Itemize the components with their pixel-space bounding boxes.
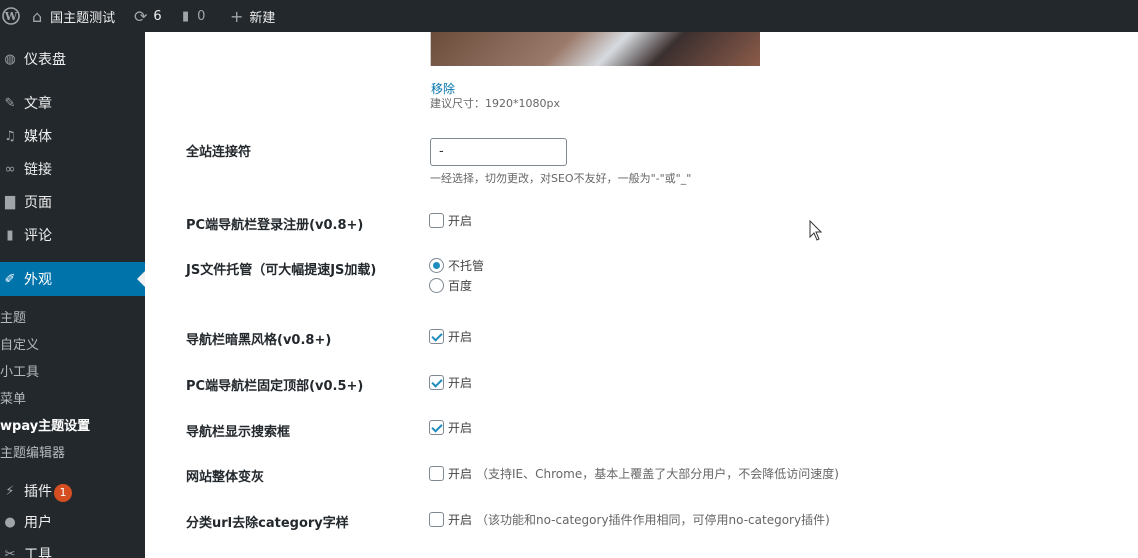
connector-hint: 一经选择，切勿更改，对SEO不友好，一般为"-"或"_"	[430, 172, 692, 185]
fixed-nav-option[interactable]: 开启	[429, 374, 472, 391]
submenu-item-themes[interactable]: 主题	[0, 305, 145, 327]
comments-count: 0	[197, 8, 206, 24]
option-label: 开启	[448, 214, 473, 228]
setting-label-pc-login: PC端导航栏登录注册(v0.8+)	[186, 218, 364, 233]
remove-category-checkbox[interactable]	[429, 512, 444, 527]
pc-login-option[interactable]: 开启	[429, 212, 472, 229]
wordpress-logo-icon[interactable]: W	[2, 0, 20, 32]
option-label: 开启	[448, 513, 473, 527]
option-note: （支持IE、Chrome，基本上覆盖了大部分用户，不会降低访问速度)	[476, 467, 839, 481]
updates-icon: ⟳	[134, 6, 148, 26]
mouse-cursor-icon	[809, 220, 823, 241]
admin-bar: W ⌂ 国主题测试 ⟳ 6 ▮ 0 + 新建	[0, 0, 1138, 32]
background-image-preview	[430, 32, 760, 66]
link-icon: ∞	[4, 161, 16, 177]
sidebar-item-label: 媒体	[24, 129, 52, 145]
dark-nav-option[interactable]: 开启	[429, 328, 472, 345]
sidebar-item-posts[interactable]: ✎ 文章	[0, 88, 145, 118]
sidebar-item-users[interactable]: ● 用户	[0, 507, 145, 537]
site-name: 国主题测试	[50, 10, 116, 26]
setting-label-connector: 全站连接符	[186, 145, 252, 160]
sidebar-item-appearance[interactable]: ✐ 外观	[0, 262, 145, 296]
sidebar-item-label: 工具	[24, 547, 52, 558]
sidebar-item-dashboard[interactable]: ◍ 仪表盘	[0, 44, 145, 74]
nav-search-option[interactable]: 开启	[429, 419, 472, 436]
sidebar-item-label: 仪表盘	[24, 52, 66, 68]
comment-icon: ▮	[6, 227, 14, 243]
dark-nav-checkbox[interactable]	[429, 329, 444, 344]
sidebar-item-label: 用户	[24, 515, 52, 531]
option-label: 开启	[448, 467, 473, 481]
connector-input[interactable]: -	[430, 138, 567, 166]
grayscale-option[interactable]: 开启 （支持IE、Chrome，基本上覆盖了大部分用户，不会降低访问速度)	[429, 465, 839, 482]
settings-content: 移除 建议尺寸：1920*1080px 全站连接符 - 一经选择，切勿更改，对S…	[145, 32, 1138, 558]
js-hosting-radio-none[interactable]	[429, 258, 444, 273]
updates-count: 6	[153, 8, 162, 24]
sidebar-item-label: 评论	[24, 228, 52, 244]
setting-label-remove-category: 分类url去除category字样	[186, 516, 349, 531]
admin-sidebar: ◍ 仪表盘 ✎ 文章 ♫ 媒体 ∞ 链接 ▇ 页面 ▮ 评论 ✐ 外观 主题 自…	[0, 32, 145, 558]
remove-category-option[interactable]: 开启 （该功能和no-category插件作用相同，可停用no-category…	[429, 511, 830, 528]
nav-search-checkbox[interactable]	[429, 420, 444, 435]
appearance-icon: ✐	[4, 271, 16, 287]
current-menu-arrow	[137, 271, 145, 287]
sidebar-item-pages[interactable]: ▇ 页面	[0, 187, 145, 217]
tools-icon: ✂	[4, 546, 16, 558]
option-note: （该功能和no-category插件作用相同，可停用no-category插件)	[476, 513, 830, 527]
new-content-link[interactable]: + 新建	[230, 0, 275, 32]
comment-bubble-icon: ▮	[182, 8, 190, 24]
dashboard-icon: ◍	[4, 51, 16, 67]
pin-icon: ✎	[4, 95, 16, 111]
sidebar-item-tools[interactable]: ✂ 工具	[0, 539, 145, 558]
setting-label-nav-search: 导航栏显示搜索框	[186, 425, 291, 440]
submenu-item-wpay-settings[interactable]: wpay主题设置	[0, 413, 145, 435]
option-label: 开启	[448, 376, 473, 390]
new-label: 新建	[249, 10, 276, 26]
fixed-nav-checkbox[interactable]	[429, 375, 444, 390]
sidebar-item-label: 插件	[24, 483, 52, 500]
setting-label-dark-nav: 导航栏暗黑风格(v0.8+)	[186, 333, 332, 348]
plus-icon: +	[230, 6, 244, 26]
setting-label-js-hosting: JS文件托管（可大幅提速JS加载)	[186, 263, 377, 278]
sidebar-item-label: 页面	[24, 195, 52, 211]
js-hosting-radio-baidu[interactable]	[429, 278, 444, 293]
grayscale-checkbox[interactable]	[429, 466, 444, 481]
home-icon: ⌂	[32, 6, 43, 26]
site-name-link[interactable]: ⌂ 国主题测试	[32, 0, 115, 32]
option-label: 百度	[448, 279, 473, 293]
js-hosting-option-baidu[interactable]: 百度	[429, 277, 472, 294]
js-hosting-option-none[interactable]: 不托管	[429, 257, 484, 274]
option-label: 开启	[448, 330, 473, 344]
sidebar-item-comments[interactable]: ▮ 评论	[0, 220, 145, 250]
submenu-item-menus[interactable]: 菜单	[0, 386, 145, 408]
sidebar-item-links[interactable]: ∞ 链接	[0, 154, 145, 184]
setting-label-fixed-nav: PC端导航栏固定顶部(v0.5+)	[186, 379, 364, 394]
media-icon: ♫	[4, 128, 16, 144]
submenu-item-theme-editor[interactable]: 主题编辑器	[0, 440, 145, 462]
pc-login-checkbox[interactable]	[429, 213, 444, 228]
page-icon: ▇	[5, 194, 15, 210]
comments-link[interactable]: ▮ 0	[182, 0, 205, 32]
sidebar-item-label: 链接	[24, 162, 52, 178]
user-icon: ●	[4, 514, 16, 530]
updates-link[interactable]: ⟳ 6	[134, 0, 162, 32]
option-label: 不托管	[448, 259, 485, 273]
submenu-item-widgets[interactable]: 小工具	[0, 359, 145, 381]
sidebar-item-plugins[interactable]: ⚡ 插件 1	[0, 476, 145, 506]
sidebar-item-media[interactable]: ♫ 媒体	[0, 121, 145, 151]
setting-label-grayscale: 网站整体变灰	[186, 470, 265, 485]
svg-text:W: W	[4, 10, 18, 23]
plugin-update-badge: 1	[54, 483, 72, 502]
option-label: 开启	[448, 421, 473, 435]
sidebar-item-label-wrap: 插件 1	[24, 481, 72, 502]
sidebar-item-label: 外观	[24, 272, 52, 288]
sidebar-item-label: 文章	[24, 96, 52, 112]
submenu-item-customize[interactable]: 自定义	[0, 332, 145, 354]
plugin-icon: ⚡	[5, 483, 15, 499]
size-hint: 建议尺寸：1920*1080px	[430, 97, 560, 110]
